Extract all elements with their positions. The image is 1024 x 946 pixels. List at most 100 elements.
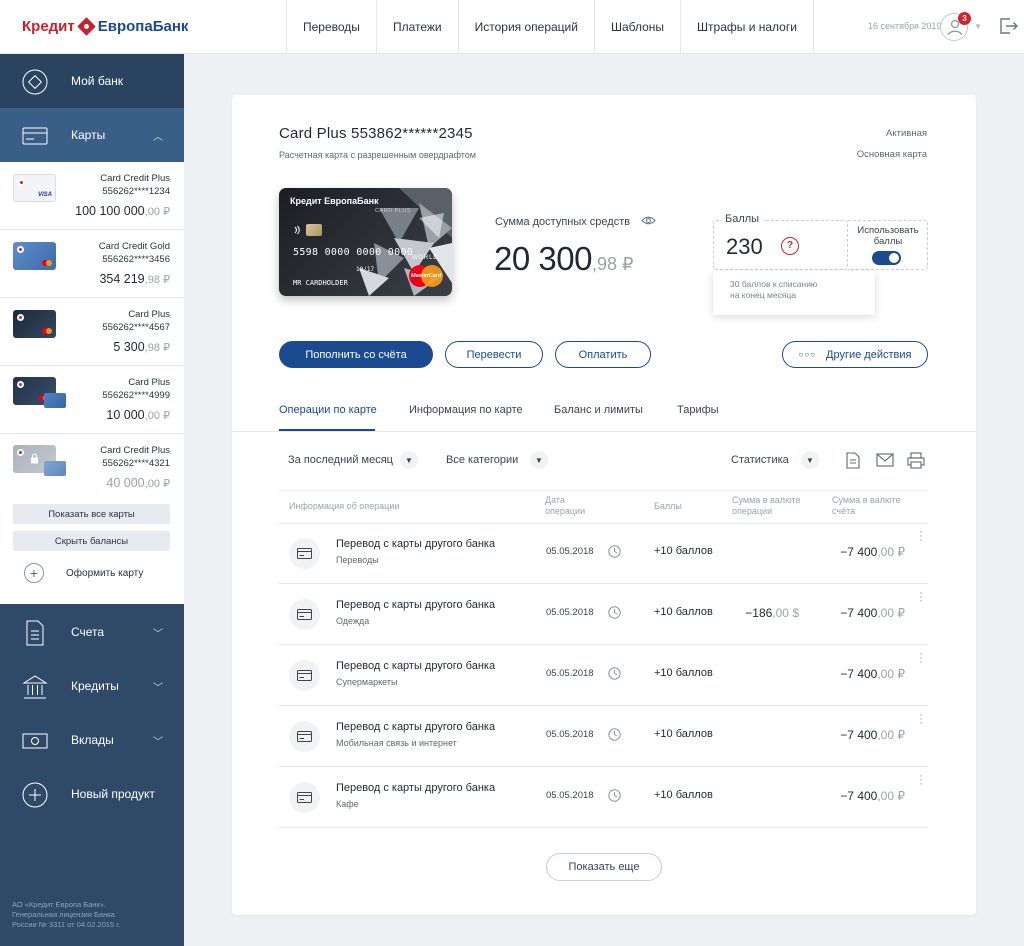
sidebar-item-credits[interactable]: Кредиты ﹀ [0,659,184,713]
column-header-line: Дата [545,495,565,505]
more-vertical-icon[interactable]: · · · [918,525,924,545]
contactless-icon [294,225,300,235]
card-list-item[interactable]: Card Credit Gold 556262****3456 354 219,… [0,230,184,298]
operation-amount: −7 400,00 ₽ [840,667,905,681]
print-icon[interactable] [907,452,925,469]
clock-icon [608,728,621,741]
card-balance-value: 10 000 [106,408,145,422]
cards-list: VISA Card Credit Plus 556262****1234 100… [0,162,184,604]
linked-card-thumbnail [44,393,66,408]
bank-logo-icon [17,449,24,456]
card-balance-kop: ,00 ₽ [144,478,170,490]
column-header-account-amount: Сумма в валюте счёта [832,495,901,517]
mastercard-text: MasterCard [411,273,442,279]
notification-badge[interactable]: 3 [958,12,971,25]
card-list-item[interactable]: Card Credit Plus 556262****4321 40 000,0… [0,434,184,502]
email-icon[interactable] [876,452,894,468]
column-header-info: Информация об операции [289,501,400,511]
operation-title: Перевод с карты другого банка [336,660,496,672]
hide-balances-button[interactable]: Скрыть балансы [13,531,170,551]
sidebar-item-my-bank[interactable]: Мой банк [0,54,184,108]
use-points-label: Использовать баллы [857,225,919,247]
table-row[interactable]: Перевод с карты другого банка Переводы 0… [279,523,928,584]
card-icon [297,548,312,559]
tab-balance-limits[interactable]: Баланс и лимиты [554,404,643,416]
table-row[interactable]: Перевод с карты другого банка Одежда 05.… [279,584,928,645]
nav-history[interactable]: История операций [457,0,594,54]
logout-icon[interactable] [999,17,1018,40]
statistics-filter[interactable]: Статистика [731,454,789,466]
operation-date: 05.05.2018 [546,668,594,679]
main-nav: Переводы Платежи История операций Шаблон… [286,0,814,54]
chevron-down-icon[interactable]: ▼ [974,22,982,31]
card-subtitle: Расчетная карта с разрешенным овердрафто… [279,150,476,160]
top-up-button[interactable]: Пополнить со счёта [279,341,433,368]
operation-amount-value: −7 400 [840,606,878,620]
tab-operations[interactable]: Операции по карте [279,404,377,416]
sidebar-item-accounts[interactable]: Счета ﹀ [0,605,184,659]
column-header-currency: Сумма в валюте операции [732,495,801,517]
column-header-line: счёта [832,506,856,516]
bank-logo-icon [17,246,24,253]
operation-amount-kop: ,00 ₽ [877,545,905,559]
sidebar-item-new-product[interactable]: Новый продукт [0,767,184,821]
operation-icon [289,721,320,752]
bank-logo[interactable]: Кредит ЕвропаБанк [22,17,188,36]
more-vertical-icon[interactable]: · · · [918,647,924,667]
card-balance: 10 000,00 ₽ [106,408,170,422]
tab-tariffs[interactable]: Тарифы [677,404,719,416]
operation-icon [289,538,320,569]
table-row[interactable]: Перевод с карты другого банка Супермарке… [279,645,928,706]
card-list-item[interactable]: VISA Card Credit Plus 556262****1234 100… [0,162,184,230]
more-vertical-icon[interactable]: · · · [918,586,924,606]
points-value: 230 [726,234,763,259]
nav-transfers[interactable]: Переводы [286,0,376,54]
card-list-item[interactable]: Card Plus 556262****4999 10 000,00 ₽ [0,366,184,434]
nav-templates[interactable]: Шаблоны [593,0,680,54]
pay-button[interactable]: Оплатить [555,341,651,368]
card-name: Card Credit Plus [100,173,170,184]
more-vertical-icon[interactable]: · · · [918,769,924,789]
operation-icon [289,660,320,691]
transfer-button[interactable]: Перевести [445,341,543,368]
table-row[interactable]: Перевод с карты другого банка Мобильная … [279,706,928,767]
category-filter[interactable]: Все категории [446,454,518,466]
card-icon [297,609,312,620]
table-row[interactable]: Перевод с карты другого банка Кафе 05.05… [279,767,928,828]
other-actions-button[interactable]: ○○○ Другие действия [782,341,928,368]
card-image: Кредит ЕвропаБанк CARD PLUS 5598 0000 00… [279,188,452,296]
period-filter[interactable]: За последний месяц [288,454,393,466]
more-vertical-icon[interactable]: · · · [918,708,924,728]
available-funds-value: 20 300 [494,240,592,277]
nav-fines-taxes[interactable]: Штрафы и налоги [680,0,814,54]
card-icon [297,731,312,742]
sidebar-item-deposits[interactable]: Вклады ﹀ [0,713,184,767]
show-all-cards-button[interactable]: Показать все карты [13,504,170,524]
operation-amount-kop: ,00 ₽ [877,606,905,620]
chevron-down-icon[interactable]: ▼ [530,451,548,469]
document-icon[interactable] [846,452,860,469]
help-icon[interactable]: ? [781,237,799,255]
card-balance-value: 5 300 [113,340,145,354]
sidebar: Мой банк Карты ︿ VISA Card Credit Plus 5… [0,54,184,946]
operation-date: 05.05.2018 [546,729,594,740]
chevron-down-icon[interactable]: ▼ [400,451,418,469]
chevron-down-icon: ﹀ [153,682,163,694]
card-thumbnail: VISA [13,174,56,202]
footer-line: Генеральная лицензия Банка [12,910,115,919]
card-list-item[interactable]: Card Plus 556262****4567 5 300,98 ₽ [0,298,184,366]
card-number: 556262****4321 [102,458,170,469]
order-card-button[interactable]: + Оформить карту [24,563,143,583]
document-icon [26,620,44,646]
tab-card-info[interactable]: Информация по карте [409,404,523,416]
use-points-toggle[interactable] [872,251,901,265]
operation-date: 05.05.2018 [546,546,594,557]
nav-payments[interactable]: Платежи [375,0,458,54]
card-name: Card Plus [128,377,170,388]
operation-amount-value: −7 400 [840,545,878,559]
eye-icon[interactable] [641,215,656,226]
points-label: Баллы [721,213,764,225]
chevron-down-icon[interactable]: ▼ [801,451,819,469]
sidebar-item-cards[interactable]: Карты ︿ [0,108,184,162]
show-more-button[interactable]: Показать еще [546,853,662,881]
